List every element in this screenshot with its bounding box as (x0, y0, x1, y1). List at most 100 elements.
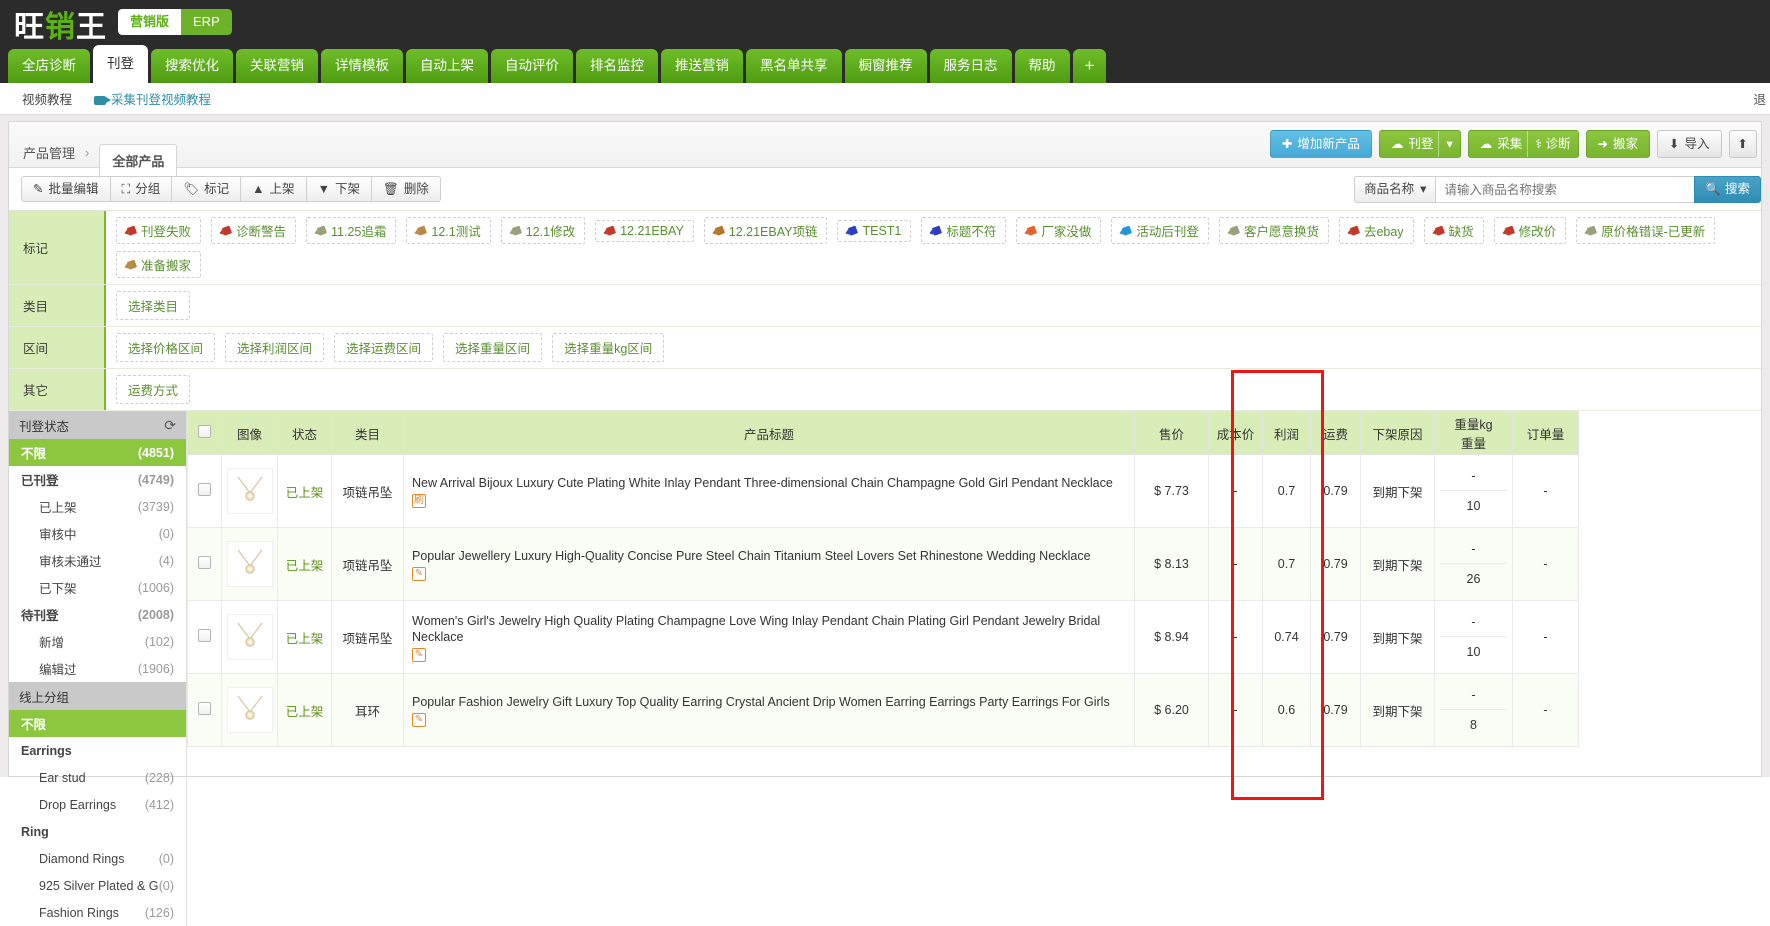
nav-tab-12[interactable]: 帮助 (1014, 49, 1070, 83)
add-product-button[interactable]: ✚ 增加新产品 (1269, 130, 1372, 158)
version-erp-button[interactable]: ERP (181, 9, 232, 35)
product-category-cell[interactable]: 耳环 (331, 673, 404, 747)
edit-badge-icon[interactable]: ✎ (412, 712, 426, 727)
import-button[interactable]: ⬇ 导入 (1657, 130, 1722, 158)
edit-badge-icon[interactable]: 刷 (412, 493, 426, 508)
nav-tab-5[interactable]: 自动上架 (406, 49, 488, 83)
filter-select-chip[interactable]: 选择价格区间 (116, 333, 216, 362)
bulk-caret-down-button[interactable]: ▼ 下架 (305, 176, 372, 202)
product-title-cell[interactable]: Popular Fashion Jewelry Gift Luxury Top … (403, 673, 1135, 747)
product-status-link[interactable]: 已上架 (286, 486, 324, 500)
filter-tag-chip[interactable]: 11.25追霜 (306, 217, 397, 244)
row-checkbox-cell[interactable] (187, 454, 222, 528)
filter-tag-chip[interactable]: 原价格错误-已更新 (1576, 217, 1716, 244)
table-row[interactable]: 已上架 耳环 Popular Fashion Jewelry Gift Luxury… (187, 673, 1579, 747)
filter-tag-chip[interactable]: 12.1测试 (406, 217, 491, 244)
search-button[interactable]: 🔍 搜索 (1694, 176, 1761, 203)
nav-tab-0[interactable]: 全店诊断 (8, 49, 90, 83)
product-category-cell[interactable]: 项链吊坠 (331, 527, 404, 601)
bulk-caret-up-button[interactable]: ▲ 上架 (240, 176, 307, 202)
product-title[interactable]: Women's Girl's Jewelry High Quality Plat… (412, 613, 1129, 645)
row-checkbox[interactable] (198, 483, 211, 496)
sidebar-item[interactable]: 审核中 (0) (9, 520, 186, 547)
table-row[interactable]: 已上架 项链吊坠 Women's Girl's Jewelry High Quali… (187, 600, 1579, 674)
product-status-cell[interactable]: 已上架 (277, 454, 332, 528)
bulk-trash-button[interactable]: 🗑 删除 (370, 176, 441, 202)
table-row[interactable]: 已上架 项链吊坠 Popular Jewellery Luxury High-Qua… (187, 527, 1579, 601)
column-header-chk[interactable] (187, 411, 222, 455)
product-status-cell[interactable]: 已上架 (277, 673, 332, 747)
nav-tab-2[interactable]: 搜索优化 (151, 49, 233, 83)
export-button[interactable]: ⬆ (1728, 130, 1757, 158)
nav-tab-11[interactable]: 服务日志 (929, 49, 1012, 83)
sidebar-item[interactable]: Fashion Rings (126) (9, 899, 186, 926)
product-title-cell[interactable]: Women's Girl's Jewelry High Quality Plat… (403, 600, 1135, 674)
product-status-link[interactable]: 已上架 (286, 559, 324, 573)
product-thumbnail[interactable] (227, 468, 273, 514)
bulk-group-button[interactable]: ⛶ 分组 (109, 176, 173, 202)
search-input[interactable] (1436, 176, 1695, 203)
product-thumbnail[interactable] (227, 687, 273, 733)
product-category-cell[interactable]: 项链吊坠 (331, 600, 404, 674)
filter-select-chip[interactable]: 选择重量区间 (443, 333, 543, 362)
filter-tag-chip[interactable]: 去ebay (1338, 217, 1414, 244)
diagnose-sub-button[interactable]: ⚕ 诊断 (1527, 131, 1577, 157)
nav-tab-10[interactable]: 橱窗推荐 (844, 49, 927, 83)
filter-tag-chip[interactable]: 12.1修改 (500, 217, 586, 244)
sidebar-item[interactable]: Diamond Rings (0) (9, 845, 186, 872)
bulk-edit-button[interactable]: ✎ 批量编辑 (21, 176, 111, 202)
product-title-cell[interactable]: New Arrival Bijoux Luxury Cute Plating W… (403, 454, 1135, 528)
bulk-tag-button[interactable]: 🏷 标记 (171, 176, 242, 202)
sidebar-item[interactable]: 925 Silver Plated & G (0) (9, 872, 186, 899)
sidebar-item[interactable]: Ring (9, 818, 186, 845)
table-row[interactable]: 已上架 项链吊坠 New Arrival Bijoux Luxury Cute Pl… (187, 454, 1579, 528)
tutorial-link[interactable]: 采集刊登视频教程 (94, 89, 211, 108)
publish-button[interactable]: ☁ 刊登 ▾ (1378, 130, 1461, 158)
sidebar-item[interactable]: Earrings (9, 737, 186, 764)
filter-tag-chip[interactable]: 客户愿意换货 (1218, 217, 1329, 244)
filter-tag-chip[interactable]: 缺货 (1423, 217, 1484, 244)
nav-tab-8[interactable]: 推送营销 (661, 49, 743, 83)
filter-tag-chip[interactable]: 修改价 (1493, 217, 1567, 244)
version-switch[interactable]: 营销版 ERP (118, 9, 232, 35)
sidebar-item[interactable]: 不限 (9, 710, 186, 737)
add-tab-button[interactable]: + (1072, 49, 1107, 83)
nav-tab-1[interactable]: 刊登 (93, 45, 148, 83)
filter-tag-chip[interactable]: 刊登失败 (116, 217, 202, 244)
sidebar-item[interactable]: Drop Earrings (412) (9, 791, 186, 818)
version-marketing-button[interactable]: 营销版 (118, 9, 182, 35)
tutorial-right-text[interactable]: 退 (1753, 89, 1766, 108)
product-status-link[interactable]: 已上架 (286, 705, 324, 719)
nav-tab-6[interactable]: 自动评价 (491, 49, 573, 83)
filter-tag-chip[interactable]: 12.21EBAY (595, 219, 694, 242)
row-checkbox[interactable] (198, 629, 211, 642)
nav-tab-9[interactable]: 黑名单共享 (746, 49, 842, 83)
product-thumbnail[interactable] (227, 614, 273, 660)
product-status-link[interactable]: 已上架 (286, 632, 324, 646)
product-title-cell[interactable]: Popular Jewellery Luxury High-Quality Co… (403, 527, 1135, 601)
nav-tab-4[interactable]: 详情模板 (321, 49, 403, 83)
sidebar-item[interactable]: 已下架 (1006) (9, 574, 186, 601)
publish-dropdown-caret[interactable]: ▾ (1438, 131, 1459, 157)
row-checkbox[interactable] (198, 702, 211, 715)
sidebar-item[interactable]: 已上架 (3739) (9, 493, 186, 520)
nav-tab-3[interactable]: 关联营销 (236, 49, 318, 83)
sidebar-item[interactable]: 编辑过 (1906) (9, 655, 186, 682)
row-checkbox[interactable] (198, 556, 211, 569)
breadcrumb-root[interactable]: 产品管理 (23, 143, 75, 162)
filter-tag-chip[interactable]: 标题不符 (921, 217, 1007, 244)
search-field-select[interactable]: 商品名称 ▾ (1354, 176, 1437, 203)
sidebar-item[interactable]: 不限 (4851) (9, 439, 186, 466)
product-title[interactable]: New Arrival Bijoux Luxury Cute Plating W… (412, 475, 1129, 491)
filter-tag-chip[interactable]: TEST1 (837, 219, 912, 242)
select-all-checkbox[interactable] (198, 425, 211, 438)
nav-tab-7[interactable]: 排名监控 (576, 49, 658, 83)
sidebar-item[interactable]: Ear stud (228) (9, 764, 186, 791)
row-checkbox-cell[interactable] (187, 673, 222, 747)
row-checkbox-cell[interactable] (187, 600, 222, 674)
filter-tag-chip[interactable]: 12.21EBAY项链 (703, 217, 828, 244)
filter-tag-chip[interactable]: 准备搬家 (116, 251, 202, 278)
collect-button[interactable]: ☁ 采集 ⚕ 诊断 (1467, 130, 1579, 158)
refresh-icon[interactable]: ⟳ (164, 417, 176, 434)
sidebar-item[interactable]: 新增 (102) (9, 628, 186, 655)
